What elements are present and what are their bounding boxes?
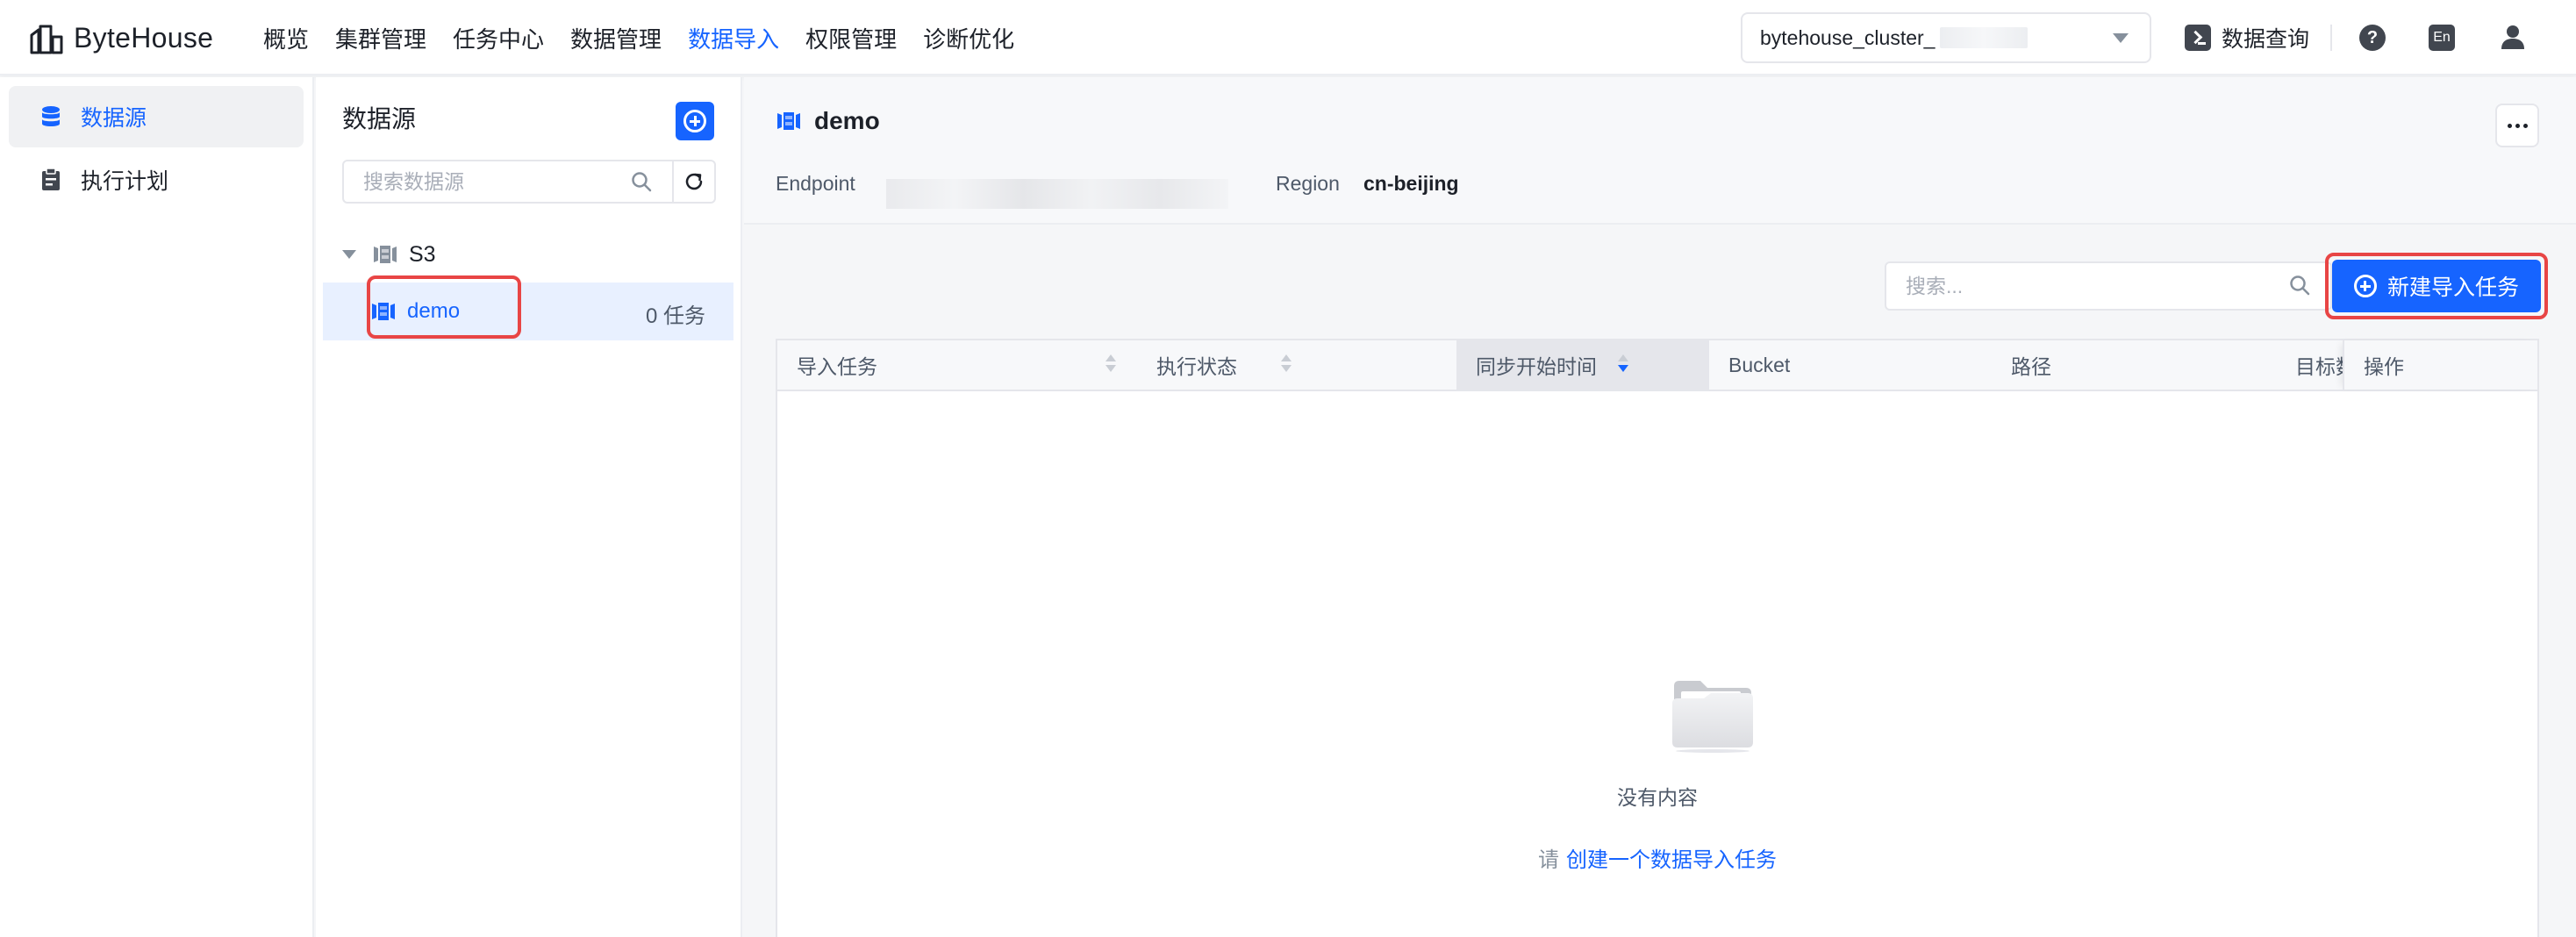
empty-hint-prefix: 请 [1538, 848, 1559, 872]
add-datasource-button[interactable] [676, 102, 714, 140]
endpoint-label: Endpoint [776, 172, 855, 195]
user-avatar-icon[interactable] [2499, 23, 2527, 51]
sort-descending-icon[interactable] [1618, 354, 1628, 376]
sidebar-item-label: 执行计划 [81, 169, 169, 194]
column-header-execution-status[interactable]: 执行状态 [1137, 340, 1479, 390]
sort-icon[interactable] [1281, 354, 1292, 376]
datasource-panel-title: 数据源 [342, 105, 417, 132]
column-header-label: 同步开始时间 [1476, 355, 1597, 378]
tree-item-demo[interactable]: demo 0 任务 [323, 275, 733, 340]
column-header-sync-start-time[interactable]: 同步开始时间 [1456, 340, 1709, 390]
tree-group-label: S3 [409, 241, 436, 267]
empty-state-text: 没有内容 [1617, 786, 1698, 809]
main-nav: 概览 集群管理 任务中心 数据管理 数据导入 权限管理 诊断优化 [263, 0, 1041, 75]
help-icon[interactable]: ? [2359, 25, 2386, 51]
new-import-task-button[interactable]: 新建导入任务 [2332, 260, 2541, 312]
import-task-table: 导入任务 执行状态 同步开始时间 Bucket 路径 目标数 操作 [776, 339, 2539, 937]
empty-state-hint: 请创建一个数据导入任务 [777, 842, 2537, 873]
search-icon[interactable] [630, 170, 653, 193]
datasource-panel: 数据源 S3 [316, 77, 742, 937]
ellipsis-dot [2515, 123, 2520, 128]
column-header-label: 执行状态 [1156, 355, 1237, 378]
column-header-path[interactable]: 路径 [1992, 340, 2276, 390]
search-icon[interactable] [2288, 274, 2311, 297]
side-navigation: 数据源 执行计划 [0, 77, 314, 937]
nav-item-cluster-management[interactable]: 集群管理 [335, 22, 426, 54]
region-value: cn-beijing [1363, 172, 1459, 195]
s3-bucket-icon [374, 246, 397, 263]
plus-circle-icon [683, 110, 706, 132]
terminal-icon [2185, 25, 2211, 51]
column-header-label: 操作 [2364, 355, 2404, 378]
top-navigation-bar: ByteHouse 概览 集群管理 任务中心 数据管理 数据导入 权限管理 诊断… [0, 0, 2576, 75]
nav-item-data-import[interactable]: 数据导入 [688, 22, 779, 54]
chevron-down-icon [2113, 33, 2129, 43]
nav-item-overview[interactable]: 概览 [263, 22, 309, 54]
data-query-label: 数据查询 [2222, 27, 2310, 52]
database-icon [42, 106, 60, 126]
refresh-icon [685, 173, 703, 190]
nav-item-data-management[interactable]: 数据管理 [570, 22, 662, 54]
cluster-select[interactable]: bytehouse_cluster_ [1741, 12, 2151, 63]
tree-item-task-count: 0 任务 [645, 304, 705, 328]
ellipsis-icon [2507, 123, 2512, 128]
column-header-label: 路径 [2011, 355, 2051, 378]
new-import-task-label: 新建导入任务 [2386, 275, 2519, 300]
cluster-name-redaction [1940, 27, 2029, 48]
ellipsis-dot [2522, 123, 2528, 128]
datasource-detail-header: demo Endpoint Region cn-beijing [744, 77, 2576, 225]
bytehouse-logo-icon [30, 25, 63, 54]
region-label: Region [1276, 172, 1340, 195]
data-query-button[interactable]: 数据查询 [2185, 21, 2309, 54]
column-header-label: 导入任务 [797, 355, 877, 378]
column-header-label: Bucket [1728, 353, 1791, 376]
nav-item-permission-management[interactable]: 权限管理 [805, 22, 897, 54]
table-header: 导入任务 执行状态 同步开始时间 Bucket 路径 目标数 操作 [777, 340, 2537, 391]
column-header-import-task[interactable]: 导入任务 [777, 340, 1137, 390]
annotation-highlight-box [367, 275, 521, 339]
datasource-title: demo [776, 107, 880, 135]
column-header-bucket[interactable]: Bucket [1709, 340, 1992, 390]
tree-group-s3[interactable]: S3 [342, 237, 436, 272]
task-search-input[interactable] [1885, 261, 2332, 311]
main-content: demo Endpoint Region cn-beijing 新建导入任务 导… [744, 77, 2576, 937]
sort-icon[interactable] [1106, 354, 1116, 376]
nav-item-diagnosis-optimization[interactable]: 诊断优化 [923, 22, 1014, 54]
create-import-task-link[interactable]: 创建一个数据导入任务 [1566, 848, 1777, 872]
datasource-title-text: demo [814, 107, 880, 134]
refresh-button[interactable] [672, 160, 716, 204]
sidebar-item-datasource[interactable]: 数据源 [9, 86, 304, 147]
language-switch-icon[interactable]: En [2429, 25, 2455, 51]
plus-circle-icon [2353, 275, 2377, 297]
endpoint-value-redaction [886, 179, 1228, 209]
more-actions-button[interactable] [2495, 104, 2539, 147]
column-header-label: 目标数 [2295, 355, 2343, 378]
caret-down-icon[interactable] [342, 250, 356, 259]
nav-item-task-center[interactable]: 任务中心 [453, 22, 544, 54]
s3-bucket-icon [777, 112, 800, 130]
brand-name: ByteHouse [74, 21, 214, 54]
clipboard-icon [42, 168, 60, 190]
empty-state: 没有内容 请创建一个数据导入任务 [777, 391, 2537, 937]
cluster-select-value: bytehouse_cluster_ [1760, 25, 1936, 49]
column-header-target[interactable]: 目标数 [2276, 340, 2343, 390]
bytehouse-logo[interactable]: ByteHouse [28, 19, 213, 56]
empty-folder-icon [1672, 681, 1753, 753]
column-header-actions: 操作 [2343, 340, 2537, 390]
sidebar-item-execution-plan[interactable]: 执行计划 [9, 149, 304, 211]
datasource-search-input[interactable] [342, 160, 674, 204]
sidebar-item-label: 数据源 [81, 106, 147, 131]
header-divider [2330, 25, 2332, 51]
